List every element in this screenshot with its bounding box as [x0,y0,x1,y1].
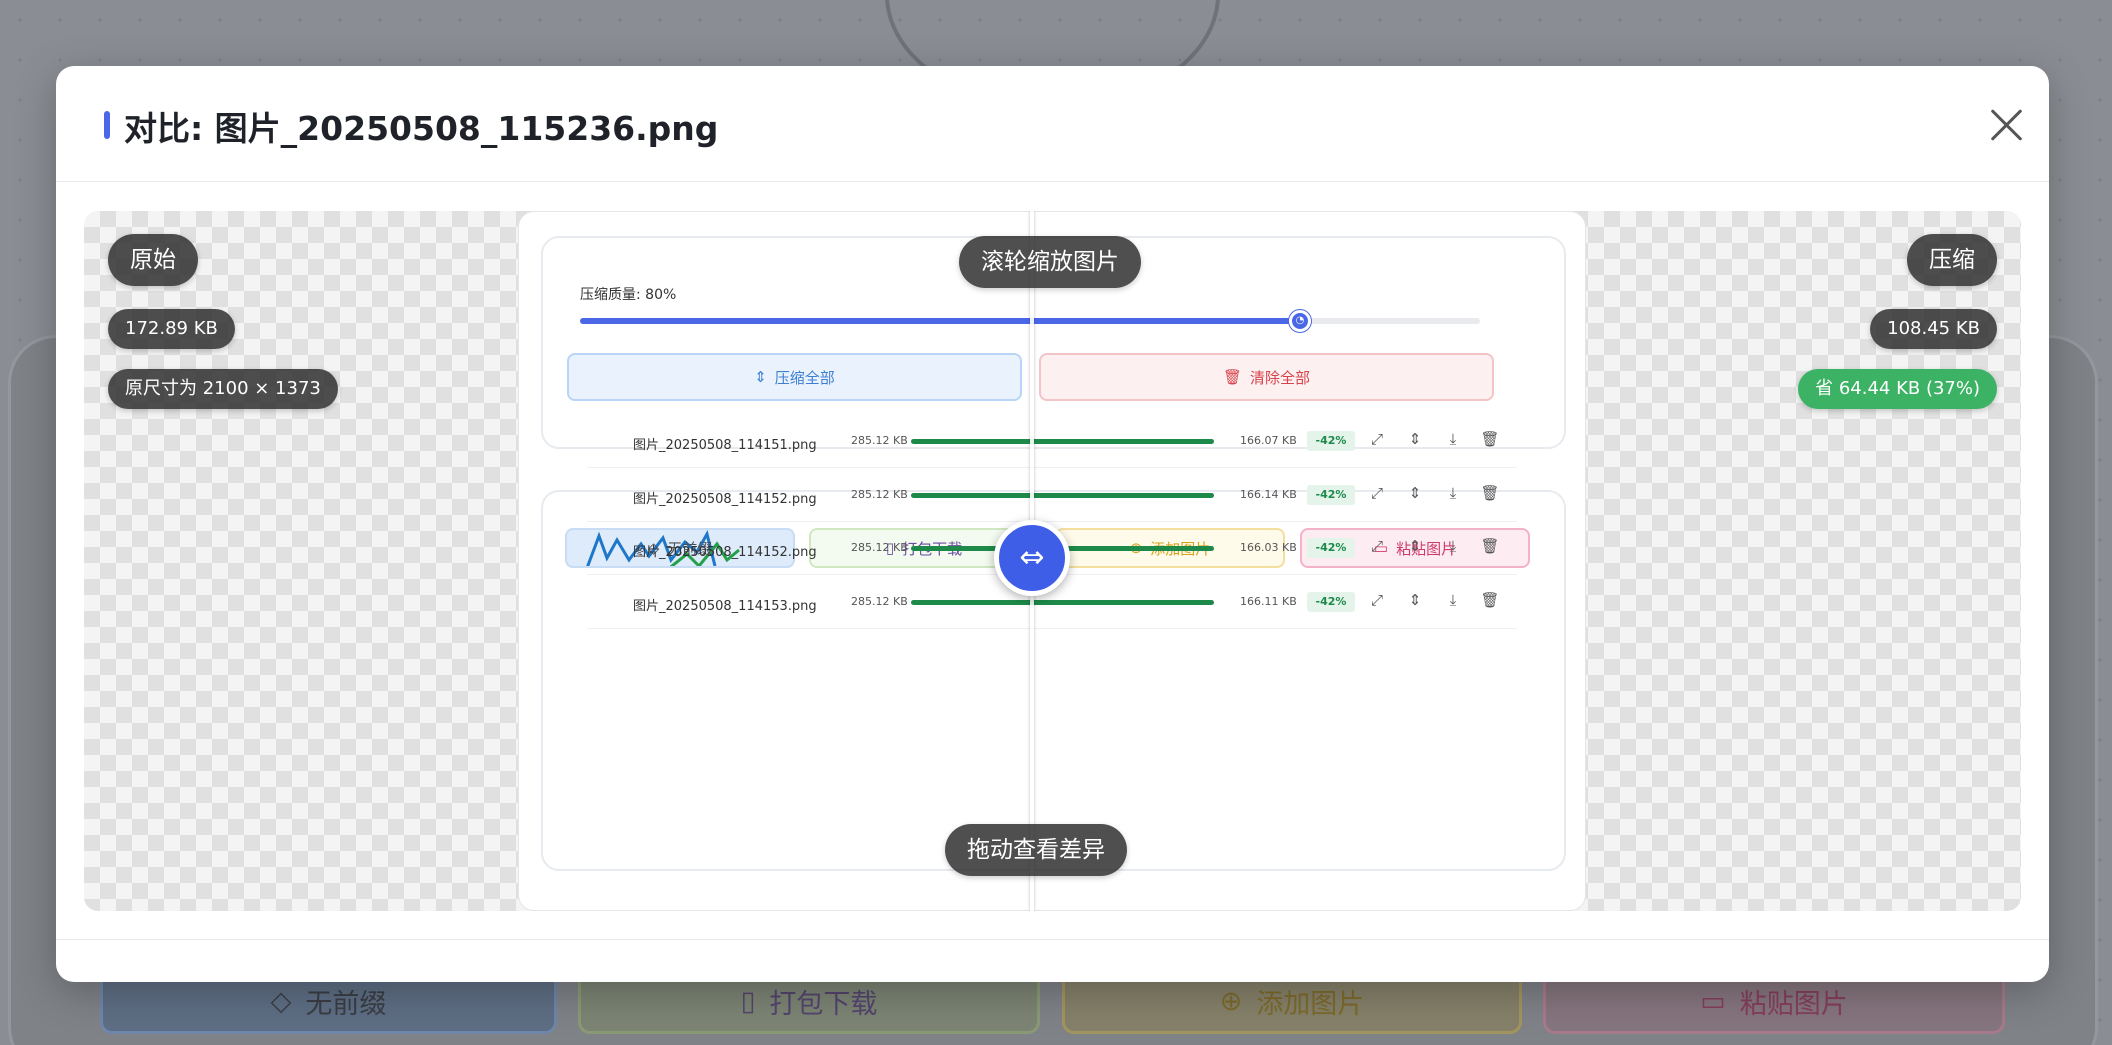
file-row: 图片_20250508_114151.png 285.12 KB 166.07 KB… [587,415,1517,468]
compress-icon: ⇕ [754,368,767,386]
download-icon: ⤓ [1449,537,1457,555]
original-size: 285.12 KB [851,488,908,501]
compress-icon: ⇕ [1408,430,1422,448]
bg-plus-circle-icon: ⊕ [1219,985,1243,1017]
bg-clipboard-icon: ▭ [1700,985,1726,1017]
original-label: 原始 [108,234,198,286]
compare-drag-handle[interactable]: ⇔ [994,520,1070,596]
compressed-size: 166.11 KB [1240,595,1297,608]
reduction-badge: -42% [1307,485,1355,505]
download-icon: ⤓ [1449,484,1457,502]
bg-zip-icon: ▯ [740,985,756,1017]
reduction-badge: -42% [1307,431,1355,451]
reduction-badge: -42% [1307,538,1355,558]
modal-title: 对比: 图片_20250508_115236.png [124,109,719,148]
file-name: 图片_20250508_114152.png [633,492,817,507]
original-size: 285.12 KB [851,595,908,608]
quality-slider-fill [580,318,1300,324]
file-name: 图片_20250508_114152.png [633,545,817,560]
download-icon: ⤓ [1449,430,1457,448]
original-size: 285.12 KB [851,434,908,447]
original-dimensions-badge: 原尺寸为 2100 × 1373 [108,369,338,409]
compress-icon: ⇕ [1408,484,1422,502]
original-size: 285.12 KB [851,541,908,554]
drag-hint: 拖动查看差异 [945,824,1127,876]
expand-icon: ⤢ [1370,484,1383,502]
download-icon: ⤓ [1449,591,1457,609]
quality-slider-thumb: ◔ [1289,310,1311,332]
progress-fill [911,439,1214,444]
trash-icon: 🗑 [1480,430,1500,448]
compress-icon: ⇕ [1408,591,1422,609]
expand-icon: ⤢ [1370,591,1383,609]
compressed-size: 166.14 KB [1240,488,1297,501]
compressed-size: 166.07 KB [1240,434,1297,447]
progress-bar [911,493,1214,498]
modal-footer [56,939,2049,940]
compare-stage[interactable]: 压缩质量: 80% ◔ ⇕压缩全部 🗑清除全部 ◇无前缀 ▯打包下载 ⊕添加图片… [84,211,2021,911]
close-icon[interactable] [1986,104,2026,148]
compress-all-button: ⇕ 压缩全部 [567,353,1022,401]
expand-icon: ⤢ [1370,537,1383,555]
trash-icon: 🗑 [1480,484,1500,502]
compress-icon: ⇕ [1408,537,1422,555]
saved-size-badge: 省 64.44 KB (37%) [1798,369,1997,409]
modal-header: 对比: 图片_20250508_115236.png [56,66,2049,182]
arrows-horizontal-icon: ⇔ [1019,540,1045,575]
bg-tag-icon: ◇ [270,985,292,1017]
quality-label: 压缩质量: 80% [580,287,677,303]
progress-fill [911,493,1214,498]
clear-all-button: 🗑 清除全部 [1039,353,1494,401]
compressed-label: 压缩 [1907,234,1997,286]
compressed-size: 166.03 KB [1240,541,1297,554]
original-size-badge: 172.89 KB [108,309,235,349]
file-name: 图片_20250508_114151.png [633,438,817,453]
trash-icon: 🗑 [1222,368,1243,386]
progress-bar [911,600,1214,605]
title-accent-bar [104,111,110,139]
reduction-badge: -42% [1307,592,1355,612]
trash-icon: 🗑 [1480,537,1500,555]
progress-fill [911,600,1214,605]
trash-icon: 🗑 [1480,591,1500,609]
compressed-size-badge: 108.45 KB [1870,309,1997,349]
file-row: 图片_20250508_114152.png 285.12 KB 166.14 KB… [587,469,1517,522]
file-name: 图片_20250508_114153.png [633,599,817,614]
expand-icon: ⤢ [1370,430,1383,448]
zoom-hint: 滚轮缩放图片 [959,236,1141,288]
progress-bar [911,439,1214,444]
